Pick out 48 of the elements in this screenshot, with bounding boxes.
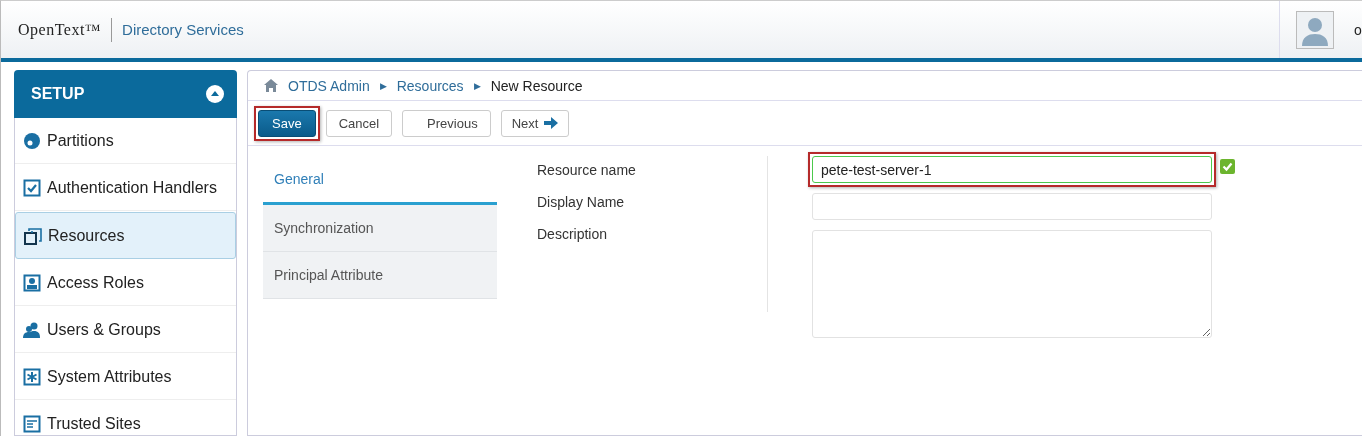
sidebar-header[interactable]: SETUP bbox=[14, 70, 237, 118]
collapse-icon[interactable] bbox=[206, 85, 224, 103]
sidebar-item[interactable]: Resources bbox=[15, 212, 236, 259]
sidebar-title: SETUP bbox=[31, 85, 85, 103]
toolbar-button[interactable]: Save bbox=[258, 109, 316, 137]
sidebar-item-label: Authentication Handlers bbox=[47, 178, 217, 197]
field-label: Description bbox=[537, 226, 609, 242]
asterisk-icon bbox=[23, 367, 41, 386]
sidebar-item[interactable]: Partitions bbox=[15, 118, 236, 164]
disc-icon bbox=[23, 131, 41, 150]
side-tab[interactable]: Principal Attribute bbox=[263, 252, 497, 299]
brand-logo: OpenText™ bbox=[18, 17, 113, 42]
side-tab[interactable]: Synchronization bbox=[263, 205, 497, 252]
user-name[interactable]: o bbox=[1354, 21, 1362, 38]
sidebar-item[interactable]: Trusted Sites bbox=[15, 401, 236, 435]
sidebar-item[interactable]: Authentication Handlers bbox=[15, 165, 236, 211]
arrow-right-icon bbox=[544, 117, 559, 129]
valid-check-icon bbox=[1220, 159, 1235, 174]
description-field[interactable] bbox=[812, 230, 1212, 338]
checkbox-icon bbox=[23, 178, 41, 197]
stacked-windows-icon bbox=[24, 226, 42, 245]
sidebar-item-label: Trusted Sites bbox=[47, 414, 141, 433]
input-field[interactable]: pete-test-server-1 bbox=[812, 156, 1212, 183]
sidebar-item[interactable]: Users & Groups bbox=[15, 307, 236, 353]
sidebar-item-label: System Attributes bbox=[47, 367, 172, 386]
breadcrumb-separator-icon: ▶ bbox=[473, 80, 481, 91]
field-label: Display Name bbox=[537, 194, 626, 210]
list-icon bbox=[23, 414, 41, 433]
sidebar-item[interactable]: Access Roles bbox=[15, 260, 236, 306]
toolbar-button[interactable]: Previous bbox=[402, 109, 491, 137]
product-title: Directory Services bbox=[122, 21, 245, 38]
sidebar-item[interactable]: System Attributes bbox=[15, 354, 236, 400]
input-field[interactable] bbox=[812, 193, 1212, 220]
avatar-silhouette-icon[interactable] bbox=[1296, 10, 1334, 49]
sidebar-item-label: Users & Groups bbox=[47, 320, 161, 339]
current-page-label: New Resource bbox=[490, 77, 583, 94]
breadcrumb-separator-icon: ▶ bbox=[379, 80, 387, 91]
field-label: Resource name bbox=[537, 162, 637, 178]
person-badge-icon bbox=[23, 273, 41, 292]
home-icon[interactable] bbox=[264, 79, 278, 92]
breadcrumb-link[interactable]: Resources bbox=[396, 77, 464, 94]
sidebar-item-label: Resources bbox=[48, 226, 125, 245]
people-icon bbox=[23, 320, 41, 339]
sidebar-item-label: Access Roles bbox=[47, 273, 144, 292]
breadcrumb-link[interactable]: OTDS Admin bbox=[288, 77, 370, 94]
sidebar-item-label: Partitions bbox=[47, 131, 114, 150]
toolbar-button[interactable]: Cancel bbox=[325, 109, 393, 137]
next-button[interactable]: Next bbox=[500, 109, 570, 137]
